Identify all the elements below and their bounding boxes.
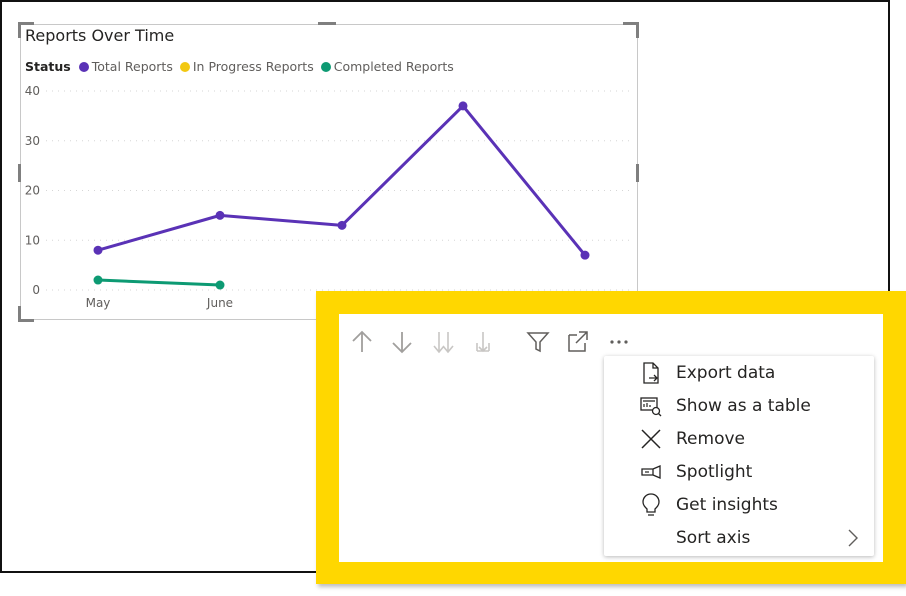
spotlight-icon [638,459,664,485]
chart-legend: Status Total Reports In Progress Reports… [25,59,461,74]
filter-button[interactable] [524,328,552,356]
x-tick-label: June [206,296,233,310]
focus-mode-icon [568,331,588,352]
menu-item-show-as-table[interactable]: Show as a table [604,389,874,422]
y-tick-label: 0 [32,283,40,297]
chart-title: Reports Over Time [25,26,175,45]
sort-up-icon [352,330,372,352]
show-as-table-icon [638,393,664,419]
data-point [93,275,103,285]
expand-all-down-button[interactable] [429,328,457,356]
legend-dot-icon [320,61,331,72]
data-point [580,250,590,260]
lightbulb-icon [638,492,664,518]
y-tick-label: 20 [25,184,40,198]
menu-item-label: Show as a table [676,395,811,416]
export-data-icon [638,360,664,386]
resize-handle-left[interactable] [18,164,21,182]
data-point [215,280,225,290]
legend-item-completed-reports[interactable]: Completed Reports [320,59,454,74]
x-tick-label: May [86,296,111,310]
data-point [93,245,103,255]
y-tick-label: 40 [25,84,40,98]
menu-item-remove[interactable]: Remove [604,422,874,455]
more-options-icon [610,340,628,344]
menu-item-label: Sort axis [676,527,751,548]
sort-down-button[interactable] [388,328,416,356]
y-tick-label: 10 [25,233,40,247]
expand-all-down-icon [433,332,454,354]
expand-hierarchy-button[interactable] [469,328,497,356]
menu-item-label: Get insights [676,494,778,515]
resize-handle-bottom-left-v[interactable] [18,306,21,322]
menu-item-sort-axis[interactable]: Sort axis [604,521,874,554]
data-point [337,220,347,230]
menu-item-export-data[interactable]: Export data [604,356,874,389]
menu-item-get-insights[interactable]: Get insights [604,488,874,521]
more-options-button[interactable] [605,328,633,356]
legend-label: Completed Reports [333,59,454,74]
expand-hierarchy-icon [476,332,490,353]
legend-label: Total Reports [91,59,173,74]
legend-dot-icon [179,61,190,72]
remove-icon [638,426,664,452]
menu-item-label: Spotlight [676,461,753,482]
focus-mode-button[interactable] [564,328,592,356]
resize-handle-top[interactable] [318,22,336,25]
resize-handle-right[interactable] [636,164,639,182]
legend-item-in-progress-reports[interactable]: In Progress Reports [179,59,314,74]
sort-up-button[interactable] [348,328,376,356]
legend-item-total-reports[interactable]: Total Reports [78,59,173,74]
resize-handle-top-left-v[interactable] [18,22,21,38]
menu-item-spotlight[interactable]: Spotlight [604,455,874,488]
data-point [458,101,468,111]
legend-title: Status [25,59,71,74]
filter-icon [526,332,550,353]
resize-handle-top-right-v[interactable] [636,22,639,38]
legend-dot-icon [78,61,89,72]
chevron-right-icon [848,529,858,547]
y-tick-label: 30 [25,134,40,148]
data-point [215,210,225,220]
more-options-menu: Export data Show as a table Remove Spotl… [604,356,874,556]
menu-item-label: Export data [676,362,776,383]
menu-item-label: Remove [676,428,745,449]
legend-label: In Progress Reports [192,59,314,74]
sort-down-icon [392,332,412,354]
